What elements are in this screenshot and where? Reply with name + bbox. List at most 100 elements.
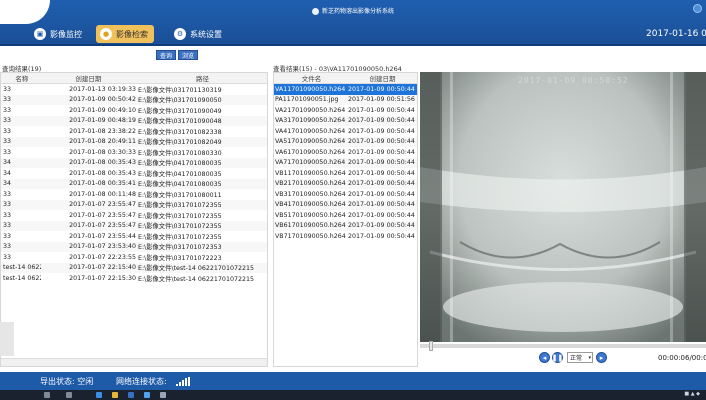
- row-created-date: 2017-01-08 00:11:48: [69, 190, 136, 198]
- table-row[interactable]: 33 2017-01-07 23:55:44 E:\影像文件\03170107235…: [1, 231, 267, 242]
- row-name: 33: [3, 127, 12, 135]
- row-path: E:\影像文件\031701072355: [137, 233, 222, 241]
- row-path: E:\影像文件\041701080035: [137, 170, 222, 178]
- table-row[interactable]: 33 2017-01-08 23:38:22 E:\影像文件\03170108233…: [1, 126, 267, 137]
- table-row[interactable]: VA41701090050.h264 2017-01-09 00:50:44: [274, 126, 417, 137]
- row-path: E:\影像文件\031701072353: [137, 244, 222, 252]
- table-row[interactable]: 33 2017-01-09 00:49:10 E:\影像文件\03170109004…: [1, 105, 267, 116]
- table-row[interactable]: 33 2017-01-08 20:49:11 E:\影像文件\03170108204…: [1, 136, 267, 147]
- row-created-date: 2017-01-08 00:35:41: [69, 180, 136, 188]
- file-results-table[interactable]: 文件名 创建日期 VA11701090050.h264 2017-01-09 00…: [273, 72, 418, 367]
- row-created-date: 2017-01-09 00:50:44: [347, 201, 415, 209]
- task-view-icon[interactable]: [66, 392, 72, 398]
- row-created-date: 2017-01-09 00:50:44: [347, 127, 415, 135]
- row-created-date: 2017-01-09 00:50:44: [347, 148, 415, 156]
- row-filename: VB11701090050.h264: [275, 169, 346, 177]
- table-row[interactable]: 33 2017-01-07 23:55:47 E:\影像文件\03170107235…: [1, 199, 267, 210]
- table-row[interactable]: VB71701090050.h264 2017-01-09 00:50:44: [274, 231, 417, 242]
- row-created-date: 2017-01-09 00:50:44: [347, 159, 415, 167]
- row-name: 33: [3, 138, 12, 146]
- table-row[interactable]: VB41701090050.h264 2017-01-09 00:50:44: [274, 199, 417, 210]
- app-title: 新芝药物溶出影像分析系统: [0, 6, 706, 15]
- row-path: E:\影像文件\031701080330: [137, 149, 222, 157]
- column-header-created[interactable]: 创建日期: [348, 73, 417, 83]
- seek-handle[interactable]: [429, 341, 433, 351]
- table-row[interactable]: 33 2017-01-07 23:55:47 E:\影像文件\03170107235…: [1, 210, 267, 221]
- table-row[interactable]: 33 2017-01-09 00:48:19 E:\影像文件\03170109004…: [1, 115, 267, 126]
- table-row[interactable]: VA21701090050.h264 2017-01-09 00:50:44: [274, 105, 417, 116]
- row-path: E:\影像文件\031701072223: [137, 254, 222, 262]
- video-frame: [420, 72, 706, 342]
- pinned-app-icon[interactable]: [160, 392, 166, 398]
- table-row[interactable]: 33 2017-01-09 00:50:42 E:\影像文件\03170109005…: [1, 94, 267, 105]
- table-row[interactable]: VA11701090050.h264 2017-01-09 00:50:44: [274, 84, 417, 95]
- table-row[interactable]: 33 2017-01-07 23:53:40 E:\影像文件\03170107235…: [1, 241, 267, 252]
- table-row[interactable]: VA61701090050.h264 2017-01-09 00:50:44: [274, 147, 417, 158]
- row-created-date: 2017-01-07 23:53:40: [69, 243, 136, 251]
- query-button[interactable]: 查询: [156, 50, 177, 60]
- video-player[interactable]: 2017-01-09 00:50:52: [420, 72, 706, 342]
- tab-image-search[interactable]: ● 影像检索: [96, 25, 154, 43]
- row-path: E:\影像文件\031701090049: [137, 107, 222, 115]
- playback-speed-select[interactable]: 正常 ▾: [567, 352, 593, 363]
- table-row[interactable]: VB11701090050.h264 2017-01-09 00:50:44: [274, 168, 417, 179]
- row-created-date: 2017-01-07 23:55:47: [69, 222, 136, 230]
- table-row[interactable]: test-14 0622 2017-01-07 22:15:30 E:\影像文件\t…: [1, 273, 267, 284]
- table-row[interactable]: 33 2017-01-07 23:55:47 E:\影像文件\03170107235…: [1, 220, 267, 231]
- row-path: E:\影像文件\031701072355: [137, 223, 222, 231]
- row-created-date: 2017-01-08 03:30:33: [69, 148, 136, 156]
- search-icon[interactable]: [44, 392, 50, 398]
- table-row[interactable]: VA31701090050.h264 2017-01-09 00:50:44: [274, 115, 417, 126]
- table-row[interactable]: 34 2017-01-08 00:35:43 E:\影像文件\04170108003…: [1, 168, 267, 179]
- gear-icon: ⚙: [174, 28, 186, 40]
- row-name: 34: [3, 159, 12, 167]
- query-results-table[interactable]: 名称 创建日期 路径 33 2017-01-13 03:19:33 E:\影像文件\…: [0, 72, 268, 367]
- row-name: test-14 0622: [3, 274, 41, 282]
- next-frame-button[interactable]: ▸: [596, 352, 607, 363]
- table-row[interactable]: test-14 0622 2017-01-07 22:15:40 E:\影像文件\t…: [1, 262, 267, 273]
- row-created-date: 2017-01-08 00:35:43: [69, 159, 136, 167]
- table-row[interactable]: 33 2017-01-13 03:19:33 E:\影像文件\03170113031…: [1, 84, 267, 95]
- app-icon[interactable]: [128, 392, 134, 398]
- table-row[interactable]: VB21701090050.h264 2017-01-09 00:50:44: [274, 178, 417, 189]
- table-row[interactable]: VB61701090050.h264 2017-01-09 00:50:44: [274, 220, 417, 231]
- active-app-icon[interactable]: [144, 392, 150, 398]
- row-path: E:\影像文件\031701130319: [137, 86, 222, 94]
- row-filename: VB41701090050.h264: [275, 201, 346, 209]
- window-control-button[interactable]: [693, 4, 702, 13]
- table-row[interactable]: VB51701090050.h264 2017-01-09 00:50:44: [274, 210, 417, 221]
- folder-icon[interactable]: [112, 392, 118, 398]
- browser-icon[interactable]: [96, 392, 102, 398]
- row-created-date: 2017-01-09 00:50:44: [347, 117, 415, 125]
- table-row[interactable]: 33 2017-01-08 00:11:48 E:\影像文件\03170108001…: [1, 189, 267, 200]
- browse-button[interactable]: 浏览: [178, 50, 199, 60]
- row-name: 33: [3, 148, 12, 156]
- status-bar: 导出状态: 空闲 网络连接状态:: [0, 372, 706, 390]
- pause-button[interactable]: ❚❚: [552, 352, 563, 363]
- column-header-name[interactable]: 名称: [1, 73, 41, 83]
- column-header-path[interactable]: 路径: [138, 73, 267, 83]
- row-filename: VA41701090050.h264: [275, 127, 346, 135]
- tab-system-settings[interactable]: ⚙ 系统设置: [170, 25, 228, 43]
- video-seek-bar[interactable]: [420, 341, 706, 351]
- os-taskbar: ■ ▲ ◆: [0, 390, 706, 400]
- table-row[interactable]: 33 2017-01-07 22:23:55 E:\影像文件\03170107222…: [1, 252, 267, 263]
- table-row[interactable]: VA51701090050.h264 2017-01-09 00:50:44: [274, 136, 417, 147]
- row-created-date: 2017-01-08 23:38:22: [69, 127, 136, 135]
- query-results-rows: 33 2017-01-13 03:19:33 E:\影像文件\03170113031…: [1, 84, 267, 284]
- previous-frame-button[interactable]: ◂: [539, 352, 550, 363]
- table-row[interactable]: PA11701090051.jpg 2017-01-09 00:51:56: [274, 94, 417, 105]
- table-row[interactable]: VB31701090050.h264 2017-01-09 00:50:44: [274, 189, 417, 200]
- table-row[interactable]: 33 2017-01-08 03:30:33 E:\影像文件\03170108033…: [1, 147, 267, 158]
- table-row[interactable]: 34 2017-01-08 00:35:41 E:\影像文件\04170108003…: [1, 178, 267, 189]
- table-row[interactable]: 34 2017-01-08 00:35:43 E:\影像文件\04170108003…: [1, 157, 267, 168]
- column-header-filename[interactable]: 文件名: [274, 73, 348, 83]
- system-tray-icon[interactable]: ■ ▲ ◆: [684, 391, 700, 397]
- tab-image-monitor[interactable]: ▣ 影像监控: [30, 25, 88, 43]
- table-row[interactable]: VA71701090050.h264 2017-01-09 00:50:44: [274, 157, 417, 168]
- horizontal-scrollbar[interactable]: [1, 358, 267, 366]
- tab-label: 影像检索: [116, 29, 148, 39]
- row-name: 33: [3, 190, 12, 198]
- column-header-created[interactable]: 创建日期: [41, 73, 138, 83]
- row-filename: VB51701090050.h264: [275, 211, 346, 219]
